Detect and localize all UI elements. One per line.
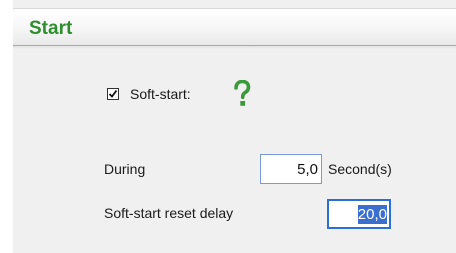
checkmark-icon (108, 89, 118, 98)
section-title: Start (29, 18, 73, 39)
header-shadow (13, 46, 456, 49)
soft-start-label: Soft-start: (130, 86, 191, 102)
reset-delay-input[interactable]: 20,0 (327, 199, 391, 229)
soft-start-checkbox[interactable] (107, 88, 119, 100)
during-input[interactable]: 5,0 (260, 154, 322, 184)
question-mark-icon[interactable] (233, 80, 251, 108)
section-header: Start (13, 8, 456, 46)
during-value: 5,0 (297, 161, 318, 178)
during-unit-label: Second(s) (328, 161, 392, 177)
during-label: During (104, 161, 146, 177)
reset-delay-value: 20,0 (357, 205, 387, 224)
reset-delay-label: Soft-start reset delay (104, 205, 234, 221)
